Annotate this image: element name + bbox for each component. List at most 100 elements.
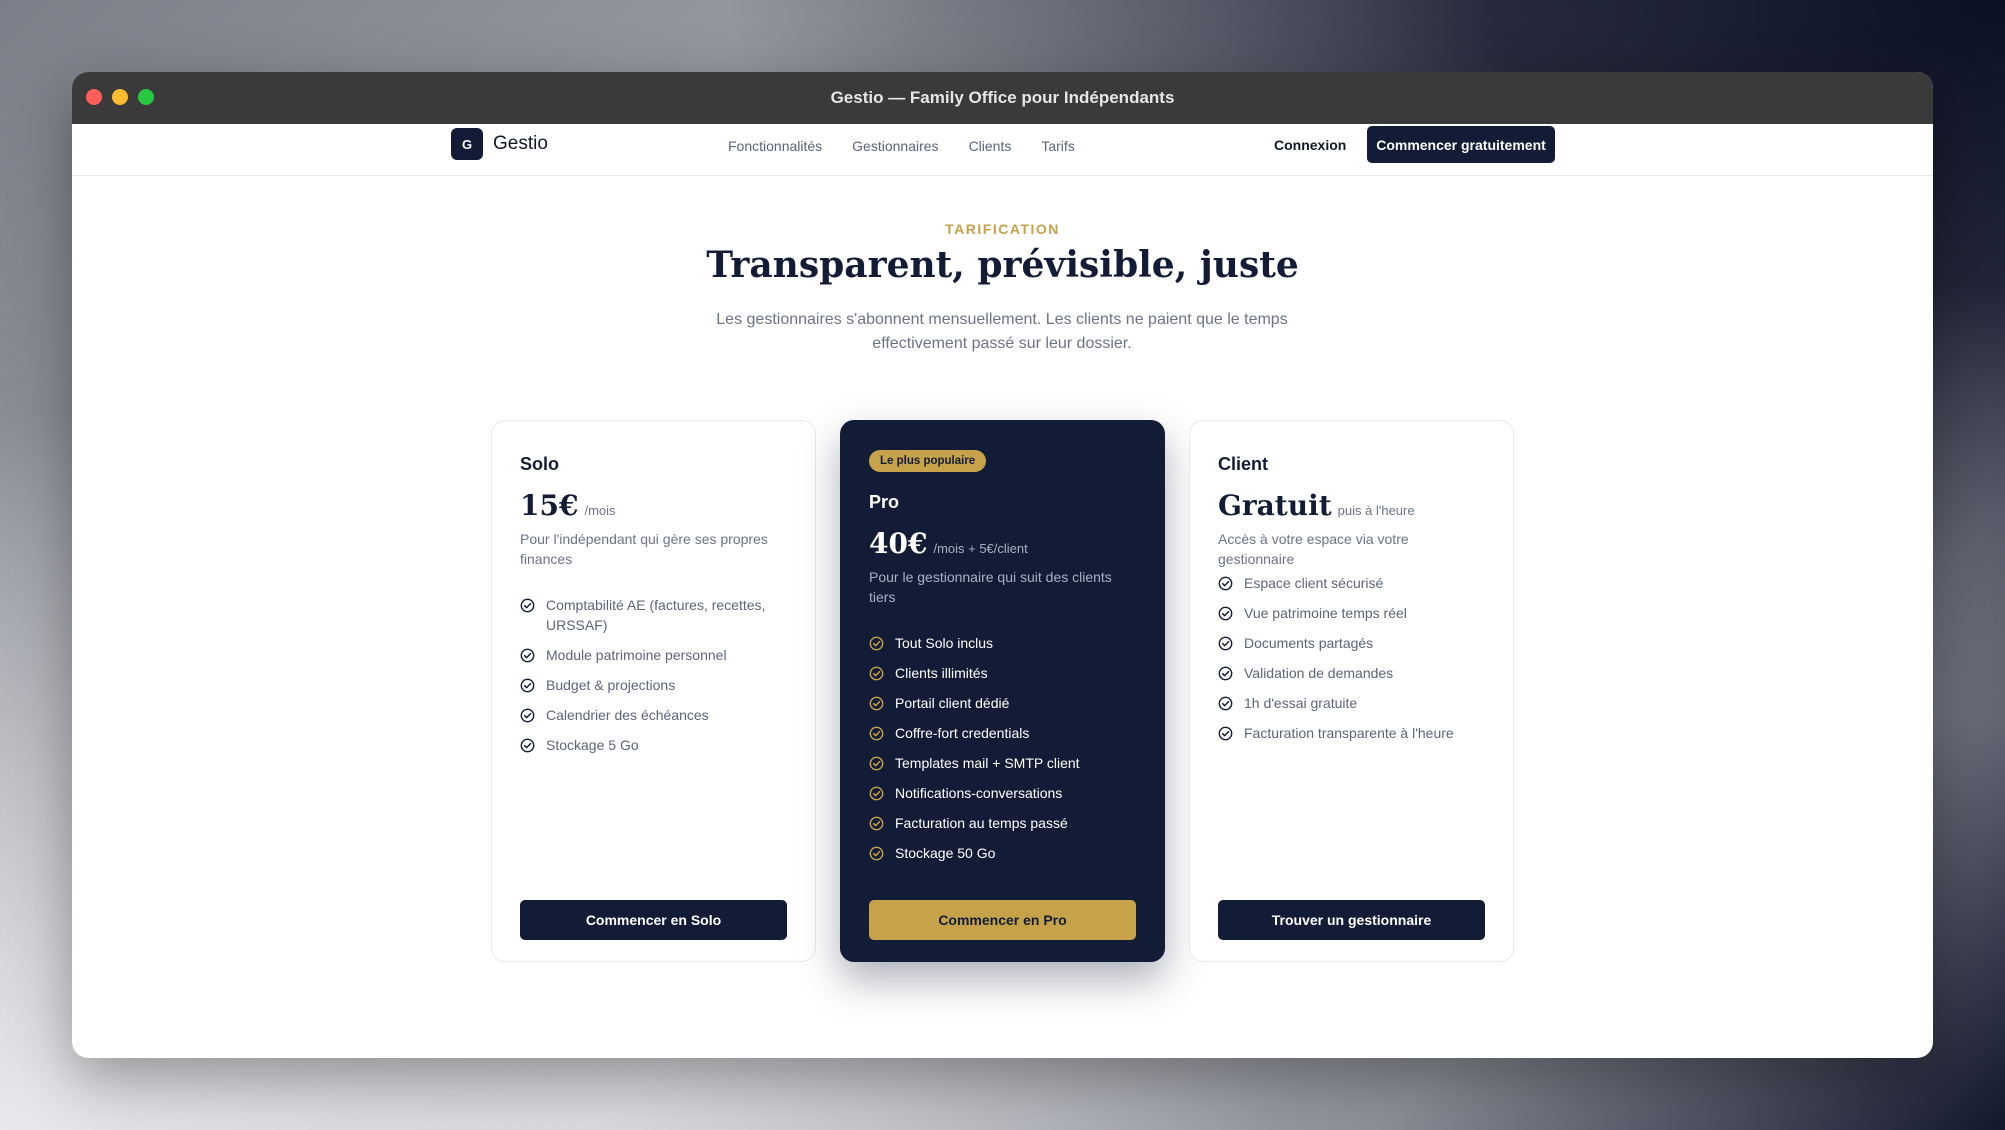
maximize-window-button[interactable] [138, 89, 154, 105]
feature-item: Tout Solo inclus [869, 633, 1139, 653]
feature-label: Clients illimités [895, 665, 988, 681]
check-circle-icon [520, 735, 535, 755]
feature-item: Module patrimoine personnel [520, 645, 790, 665]
browser-window: Gestio — Family Office pour Indépendants… [72, 72, 1933, 1058]
price-suffix: puis à l'heure [1337, 503, 1415, 518]
window-controls [86, 89, 154, 105]
popular-badge: Le plus populaire [869, 450, 987, 472]
nav-link-tarifs[interactable]: Tarifs [1041, 138, 1074, 154]
feature-list: Tout Solo inclus Clients illimités Porta… [869, 633, 1139, 873]
feature-label: Facturation transparente à l'heure [1244, 725, 1454, 741]
find-manager-button[interactable]: Trouver un gestionnaire [1218, 900, 1485, 940]
feature-label: Espace client sécurisé [1244, 575, 1384, 591]
feature-label: Notifications-conversations [895, 785, 1063, 801]
feature-item: Documents partagés [1218, 633, 1488, 653]
feature-list: Espace client sécurisé Vue patrimoine te… [1218, 573, 1488, 753]
navbar: G Gestio Fonctionnalités Gestionnaires C… [72, 124, 1933, 176]
price-row: Gratuit puis à l'heure [1218, 489, 1415, 522]
check-circle-icon [1218, 573, 1233, 593]
feature-item: Budget & projections [520, 675, 790, 695]
window-title: Gestio — Family Office pour Indépendants [830, 88, 1175, 107]
minimize-window-button[interactable] [112, 89, 128, 105]
feature-label: Vue patrimoine temps réel [1244, 605, 1407, 621]
feature-label: Module patrimoine personnel [546, 647, 727, 663]
start-solo-button[interactable]: Commencer en Solo [520, 900, 787, 940]
feature-item: Templates mail + SMTP client [869, 753, 1139, 773]
feature-item: Portail client dédié [869, 693, 1139, 713]
feature-label: Comptabilité AE (factures, recettes, URS… [546, 597, 766, 633]
price-row: 40€ /mois + 5€/client [869, 527, 1028, 560]
login-link[interactable]: Connexion [1274, 137, 1346, 153]
feature-item: Comptabilité AE (factures, recettes, URS… [520, 595, 790, 635]
page-subtitle: Les gestionnaires s'abonnent mensuelleme… [716, 311, 1288, 352]
feature-label: Portail client dédié [895, 695, 1010, 711]
feature-label: Coffre-fort credentials [895, 725, 1030, 741]
check-circle-icon [520, 645, 535, 665]
nav-links: Fonctionnalités Gestionnaires Clients Ta… [728, 138, 1075, 154]
check-circle-icon [869, 783, 884, 803]
feature-item: Calendrier des échéances [520, 705, 790, 725]
check-circle-icon [520, 595, 535, 615]
feature-label: Facturation au temps passé [895, 815, 1068, 831]
feature-item: Facturation au temps passé [869, 813, 1139, 833]
price-suffix: /mois + 5€/client [933, 541, 1028, 556]
start-free-button[interactable]: Commencer gratuitement [1367, 126, 1555, 163]
check-circle-icon [869, 813, 884, 833]
feature-label: Templates mail + SMTP client [895, 755, 1080, 771]
check-circle-icon [520, 675, 535, 695]
feature-label: Budget & projections [546, 677, 676, 693]
feature-label: Documents partagés [1244, 635, 1374, 651]
nav-link-fonctionnalites[interactable]: Fonctionnalités [728, 138, 822, 154]
page-title: Transparent, prévisible, juste [706, 244, 1299, 286]
feature-label: Tout Solo inclus [895, 635, 994, 651]
feature-item: Notifications-conversations [869, 783, 1139, 803]
section-eyebrow: TARIFICATION [945, 221, 1060, 237]
feature-label: 1h d'essai gratuite [1244, 695, 1358, 711]
price-suffix: /mois [584, 503, 616, 518]
pricing-card-pro: Le plus populaire Pro 40€ /mois + 5€/cli… [840, 420, 1165, 962]
brand-name: Gestio [493, 133, 548, 154]
plan-price: 15€ [520, 489, 579, 522]
feature-label: Stockage 5 Go [546, 737, 639, 753]
feature-item: Espace client sécurisé [1218, 573, 1488, 593]
feature-item: Coffre-fort credentials [869, 723, 1139, 743]
feature-item: Facturation transparente à l'heure [1218, 723, 1488, 743]
check-circle-icon [1218, 663, 1233, 683]
check-circle-icon [869, 663, 884, 683]
feature-label: Stockage 50 Go [895, 845, 996, 861]
check-circle-icon [869, 843, 884, 863]
feature-label: Calendrier des échéances [546, 707, 709, 723]
plan-price: 40€ [869, 527, 928, 560]
start-pro-button[interactable]: Commencer en Pro [869, 900, 1136, 940]
nav-link-gestionnaires[interactable]: Gestionnaires [852, 138, 938, 154]
title-bar: Gestio — Family Office pour Indépendants [72, 72, 1933, 124]
plan-name: Pro [869, 492, 900, 512]
check-circle-icon [869, 723, 884, 743]
pricing-card-solo: Solo 15€ /mois Pour l'indépendant qui gè… [491, 420, 816, 962]
brand-logo: G [451, 128, 483, 160]
feature-item: Validation de demandes [1218, 663, 1488, 683]
plan-price: Gratuit [1218, 489, 1332, 522]
check-circle-icon [869, 753, 884, 773]
plan-description: Pour l'indépendant qui gère ses propres … [520, 531, 768, 567]
check-circle-icon [1218, 693, 1233, 713]
plan-name: Client [1218, 454, 1269, 474]
check-circle-icon [1218, 603, 1233, 623]
plan-description: Pour le gestionnaire qui suit des client… [869, 569, 1112, 605]
check-circle-icon [1218, 633, 1233, 653]
feature-item: Stockage 50 Go [869, 843, 1139, 863]
plan-description: Accès à votre espace via votre gestionna… [1218, 531, 1409, 567]
brand-link[interactable]: G Gestio [451, 128, 548, 160]
feature-label: Validation de demandes [1244, 665, 1394, 681]
feature-list: Comptabilité AE (factures, recettes, URS… [520, 595, 790, 765]
close-window-button[interactable] [86, 89, 102, 105]
pricing-card-client: Client Gratuit puis à l'heure Accès à vo… [1189, 420, 1514, 962]
check-circle-icon [1218, 723, 1233, 743]
price-row: 15€ /mois [520, 489, 616, 522]
check-circle-icon [869, 693, 884, 713]
feature-item: Vue patrimoine temps réel [1218, 603, 1488, 623]
feature-item: 1h d'essai gratuite [1218, 693, 1488, 713]
feature-item: Clients illimités [869, 663, 1139, 683]
nav-link-clients[interactable]: Clients [969, 138, 1012, 154]
plan-name: Solo [520, 454, 559, 474]
